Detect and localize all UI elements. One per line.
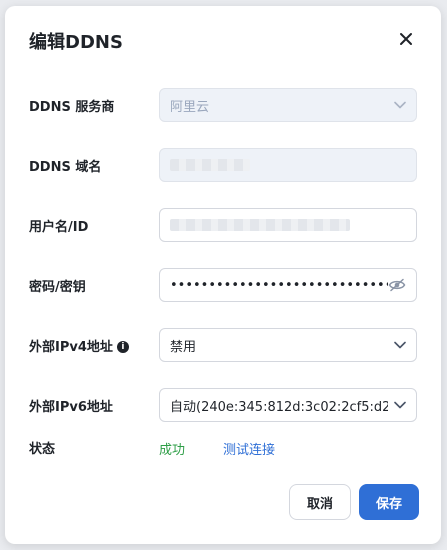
password-input[interactable]: ••••••••••••••••••••••••••••••• <box>159 268 417 302</box>
password-value: ••••••••••••••••••••••••••••••• <box>170 277 388 293</box>
ipv4-label: 外部IPv4地址 i <box>29 336 129 355</box>
info-icon[interactable]: i <box>116 340 129 353</box>
service-select: 阿里云 <box>159 88 417 122</box>
redacted-domain <box>170 159 250 171</box>
status-label: 状态 <box>29 442 56 457</box>
username-input[interactable] <box>159 208 417 242</box>
close-icon <box>400 33 412 45</box>
ipv4-value: 禁用 <box>170 339 197 355</box>
password-label: 密码/密钥 <box>29 280 86 295</box>
ddns-edit-dialog: 编辑DDNS DDNS 服务商 阿里云 DDNS 域名 用户名/ID 密码/密钥… <box>5 6 441 544</box>
username-label: 用户名/ID <box>29 220 89 235</box>
domain-label: DDNS 域名 <box>29 160 102 175</box>
service-value: 阿里云 <box>170 99 210 115</box>
ipv6-select[interactable]: 自动(240e:345:812d:3c02:2cf5:d219 <box>159 388 417 422</box>
chevron-down-icon <box>394 401 406 409</box>
close-button[interactable] <box>395 28 417 50</box>
ipv4-select[interactable]: 禁用 <box>159 328 417 362</box>
save-button[interactable]: 保存 <box>359 484 419 520</box>
ipv6-value: 自动(240e:345:812d:3c02:2cf5:d219 <box>170 399 388 415</box>
test-connection-link[interactable]: 测试连接 <box>223 439 275 458</box>
domain-input <box>159 148 417 182</box>
cancel-button[interactable]: 取消 <box>289 484 351 520</box>
eye-hidden-icon[interactable] <box>388 278 406 292</box>
ipv6-label: 外部IPv6地址 <box>29 400 113 415</box>
service-label: DDNS 服务商 <box>29 100 115 115</box>
chevron-down-icon <box>394 341 406 349</box>
chevron-down-icon <box>394 101 406 109</box>
ipv4-label-text: 外部IPv4地址 <box>29 340 113 355</box>
redacted-username <box>170 219 350 231</box>
dialog-title: 编辑DDNS <box>29 32 123 53</box>
status-value: 成功 <box>159 443 186 458</box>
